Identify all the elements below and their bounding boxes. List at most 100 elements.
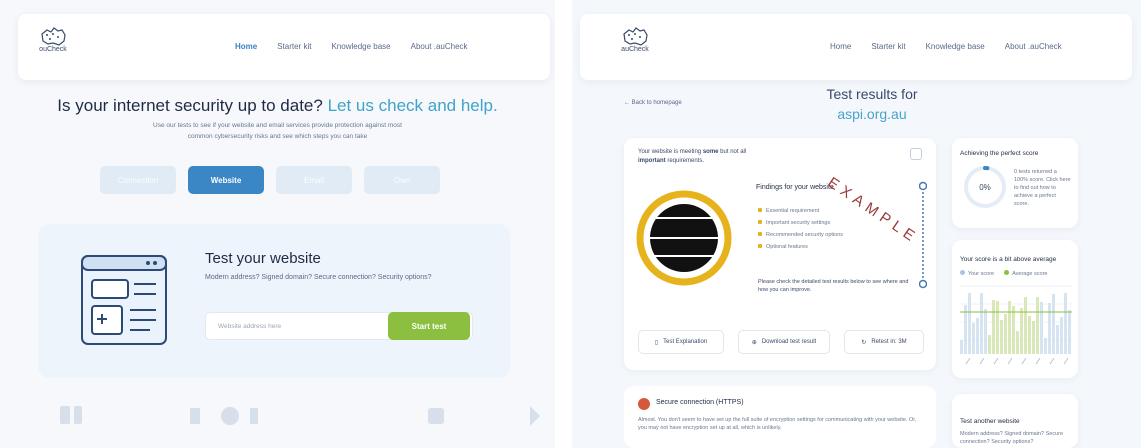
tick-mark xyxy=(1049,357,1055,365)
tick-mark xyxy=(979,357,985,365)
histogram-bar xyxy=(968,293,971,354)
summary-text-bold: important xyxy=(638,158,666,164)
score-slider[interactable] xyxy=(919,180,927,292)
nav-knowledge-base[interactable]: Knowledge base xyxy=(331,42,390,51)
tab-connection[interactable]: Connection xyxy=(100,166,176,194)
details-toggle[interactable] xyxy=(910,148,922,160)
legend-item: Average score xyxy=(1004,270,1047,277)
legend-item: Your score xyxy=(960,270,994,277)
histogram-bar xyxy=(988,335,991,354)
histogram-bar xyxy=(1068,310,1071,354)
finding-label: Essential requirement xyxy=(766,208,820,214)
download-result-button[interactable]: ⊕ Download test result xyxy=(738,330,830,354)
histogram-bar xyxy=(992,300,995,354)
tab-website[interactable]: Website xyxy=(188,166,264,194)
australia-map-icon xyxy=(623,27,648,46)
finding-item: Optional features xyxy=(758,244,843,250)
nav-starter-kit[interactable]: Starter kit xyxy=(277,42,311,51)
start-test-button[interactable]: Start test xyxy=(388,312,470,340)
finding-bullet-icon xyxy=(758,244,762,248)
home-screen: ouCheck Home Starter kit Knowledge base … xyxy=(0,0,555,448)
nav-about[interactable]: About .auCheck xyxy=(1005,42,1062,51)
partner-logo-icon xyxy=(530,406,540,426)
results-title: Test results for xyxy=(826,86,918,102)
nav-starter-kit[interactable]: Starter kit xyxy=(871,42,905,51)
tick-mark xyxy=(1063,357,1069,365)
partner-logo-icon xyxy=(190,408,200,424)
histogram-bar xyxy=(980,293,983,354)
download-icon: ⊕ xyxy=(751,339,757,346)
histogram-bar xyxy=(1048,303,1051,354)
finding-label: Recommended security options xyxy=(766,232,844,238)
results-domain: aspi.org.au xyxy=(837,106,907,122)
aucheck-logo[interactable]: ouCheck xyxy=(38,26,68,53)
slider-handle-icon xyxy=(919,279,927,289)
logo-wordmark: ouCheck xyxy=(39,46,67,53)
nav-home[interactable]: Home xyxy=(830,42,851,51)
results-screen: auCheck Home Starter kit Knowledge base … xyxy=(572,0,1141,448)
histogram-bar xyxy=(972,323,975,354)
summary-text-part: requirements. xyxy=(665,158,705,164)
perfect-score-percent: 0% xyxy=(979,183,991,192)
issue-title: Secure connection (HTTPS) xyxy=(656,399,744,406)
summary-text-part: Your website is meeting xyxy=(638,149,703,155)
nav-home[interactable]: Home xyxy=(235,42,257,51)
test-another-title: Test another website xyxy=(960,418,1020,425)
tab-own[interactable]: Own xyxy=(364,166,440,194)
aucheck-logo[interactable]: auCheck xyxy=(620,26,650,53)
error-icon xyxy=(638,398,650,410)
tick-mark xyxy=(965,357,971,365)
histogram-bar xyxy=(1024,297,1027,354)
partner-logos xyxy=(60,406,540,426)
histogram-bar xyxy=(1000,320,1003,354)
hero-title-accent: Let us check and help. xyxy=(327,96,498,115)
finding-item: Essential requirement xyxy=(758,208,843,214)
findings-list: Essential requirement Important security… xyxy=(758,208,843,256)
findings-note: Please check the detailed test results b… xyxy=(758,279,909,293)
australia-map-icon xyxy=(41,27,66,46)
hero-title-main: Is your internet security up to date? xyxy=(57,96,323,115)
back-to-homepage-link[interactable]: ← Back to homepage xyxy=(624,100,682,106)
main-nav: Home Starter kit Knowledge base About .a… xyxy=(810,42,1062,51)
legend-dot-icon xyxy=(1004,270,1010,275)
finding-item: Recommended security options xyxy=(758,232,843,238)
retest-button[interactable]: ↻ Retest in: 3M xyxy=(844,330,924,354)
nav-about[interactable]: About .auCheck xyxy=(411,42,468,51)
histogram-bar xyxy=(1064,293,1067,354)
book-icon: ▯ xyxy=(654,339,659,346)
finding-item: Important security settings xyxy=(758,220,843,226)
histogram-bar xyxy=(1040,302,1043,354)
summary-text: Your website is meeting some but not all… xyxy=(638,148,758,166)
test-title: Test your website xyxy=(205,250,321,267)
perfect-score-ring: 0% xyxy=(964,166,1006,208)
legend-dot-icon xyxy=(960,270,965,275)
tick-mark xyxy=(993,357,999,365)
histogram-bar xyxy=(1004,314,1007,354)
finding-bullet-icon xyxy=(758,220,762,224)
score-histogram xyxy=(960,285,1072,365)
nav-knowledge-base[interactable]: Knowledge base xyxy=(926,42,985,51)
score-compare-title: Your score is a bit above average xyxy=(960,256,1057,263)
perfect-score-text: 0 tests returned a 100% score. Click her… xyxy=(1014,169,1071,207)
hero-description: Use our tests to see if your website and… xyxy=(153,122,402,140)
histogram-bar xyxy=(996,301,999,354)
histogram-bar xyxy=(1008,301,1011,354)
partner-logo-icon xyxy=(74,406,82,424)
perfect-score-title: Achieving the perfect score xyxy=(960,150,1039,157)
test-another-text: Modern address? Signed domain? Secure co… xyxy=(960,431,1064,445)
logo-wordmark: auCheck xyxy=(621,46,649,53)
main-nav: Home Starter kit Knowledge base About .a… xyxy=(215,42,468,51)
tick-mark xyxy=(1021,357,1027,365)
website-illustration-icon xyxy=(81,255,167,345)
test-explanation-button[interactable]: ▯ Test Explanation xyxy=(638,330,724,354)
finding-bullet-icon xyxy=(758,208,762,212)
partner-logo-icon xyxy=(250,408,258,424)
histogram-bar xyxy=(984,309,987,354)
histogram-bar xyxy=(1052,294,1055,354)
test-subtitle: Modern address? Signed domain? Secure co… xyxy=(205,274,432,281)
legend-label: Your score xyxy=(968,271,995,277)
tab-email[interactable]: Email xyxy=(276,166,352,194)
histogram-bar xyxy=(1012,306,1015,354)
action-label: Test Explanation xyxy=(663,339,708,345)
histogram-bar xyxy=(1020,308,1023,354)
